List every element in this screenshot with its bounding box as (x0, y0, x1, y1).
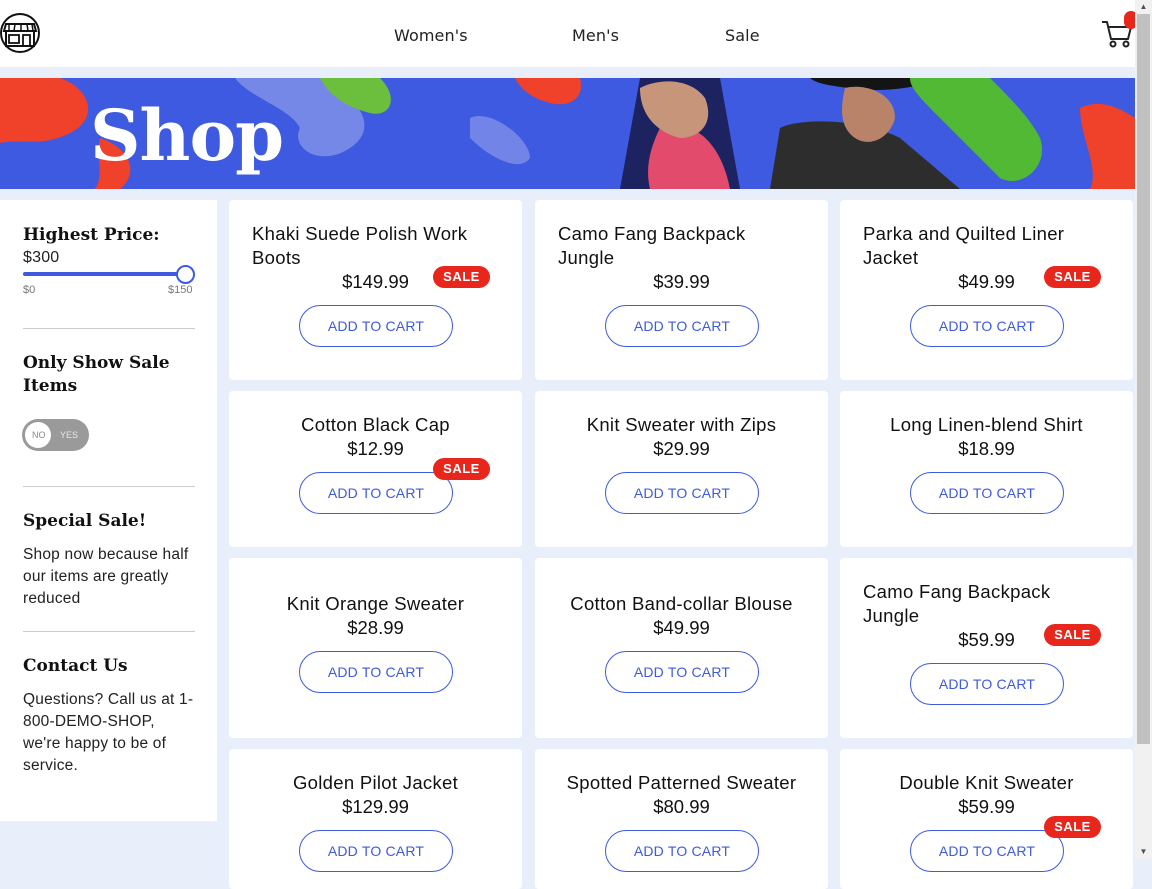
product-name[interactable]: Cotton Band-collar Blouse (535, 592, 828, 616)
product-name[interactable]: Double Knit Sweater (840, 771, 1133, 795)
product-name[interactable]: Cotton Black Cap (229, 413, 522, 437)
product-name[interactable]: Spotted Patterned Sweater (535, 771, 828, 795)
price-filter: Highest Price: $300 (23, 224, 195, 269)
product-name[interactable]: Camo Fang Backpack Jungle (863, 580, 1103, 628)
add-to-cart-button[interactable]: ADD TO CART (910, 663, 1064, 705)
product-name[interactable]: Knit Orange Sweater (229, 592, 522, 616)
top-nav: Women's Men's Sale (0, 0, 1138, 67)
sale-badge: SALE (1044, 266, 1101, 288)
special-sale-heading: Special Sale! (23, 511, 147, 531)
add-to-cart-button[interactable]: ADD TO CART (605, 472, 759, 514)
product-card: Spotted Patterned Sweater $80.99 ADD TO CA… (535, 749, 828, 889)
scrollbar-thumb[interactable] (1137, 14, 1150, 744)
product-card: Cotton Black Cap $12.99 ADD TO CART SALE (229, 391, 522, 547)
sale-only-toggle[interactable]: NO YES (22, 419, 89, 451)
product-price: $29.99 (653, 438, 710, 459)
scroll-up-arrow-icon[interactable]: ▲ (1135, 0, 1152, 14)
add-to-cart-button[interactable]: ADD TO CART (299, 830, 453, 872)
contact-text: Questions? Call us at 1-800-DEMO-SHOP, w… (23, 691, 194, 774)
price-slider-max: $150 (168, 284, 193, 296)
product-price: $129.99 (342, 796, 409, 817)
product-card: Cotton Band-collar Blouse $49.99 ADD TO CA… (535, 558, 828, 738)
add-to-cart-button[interactable]: ADD TO CART (605, 651, 759, 693)
product-card: Knit Orange Sweater $28.99 ADD TO CART (229, 558, 522, 738)
product-name[interactable]: Long Linen-blend Shirt (840, 413, 1133, 437)
product-card: Khaki Suede Polish Work Boots $149.99 ADD … (229, 200, 522, 380)
add-to-cart-button[interactable]: ADD TO CART (299, 305, 453, 347)
add-to-cart-button[interactable]: ADD TO CART (605, 305, 759, 347)
store-icon[interactable] (0, 12, 40, 54)
add-to-cart-button[interactable]: ADD TO CART (910, 472, 1064, 514)
product-card: Golden Pilot Jacket $129.99 ADD TO CART (229, 749, 522, 889)
page-title: Shop (90, 94, 284, 177)
shop-banner: Shop (0, 78, 1135, 189)
product-card: Parka and Quilted Liner Jacket $49.99 ADD … (840, 200, 1133, 380)
scroll-down-arrow-icon[interactable]: ▼ (1135, 845, 1152, 859)
sale-badge: SALE (433, 266, 490, 288)
product-name[interactable]: Khaki Suede Polish Work Boots (252, 222, 492, 270)
nav-link-mens[interactable]: Men's (572, 26, 619, 45)
contact-heading: Contact Us (23, 656, 128, 676)
sidebar-divider (23, 328, 195, 329)
product-price: $80.99 (653, 796, 710, 817)
add-to-cart-button[interactable]: ADD TO CART (299, 651, 453, 693)
add-to-cart-button[interactable]: ADD TO CART (910, 305, 1064, 347)
product-card: Camo Fang Backpack Jungle $39.99 ADD TO CA… (535, 200, 828, 380)
sidebar-divider (23, 631, 195, 632)
product-price: $39.99 (653, 271, 710, 292)
add-to-cart-button[interactable]: ADD TO CART (605, 830, 759, 872)
nav-link-womens[interactable]: Women's (394, 26, 468, 45)
sidebar-divider (23, 486, 195, 487)
price-slider-handle[interactable] (176, 265, 195, 284)
price-slider-min: $0 (23, 284, 36, 296)
product-card: Knit Sweater with Zips $29.99 ADD TO CART (535, 391, 828, 547)
sale-badge: SALE (433, 458, 490, 480)
toggle-yes-label: YES (60, 430, 79, 440)
add-to-cart-button[interactable]: ADD TO CART (299, 472, 453, 514)
toggle-no-label: NO (32, 430, 46, 440)
sale-badge: SALE (1044, 624, 1101, 646)
product-price: $18.99 (958, 438, 1015, 459)
price-filter-value: $300 (23, 249, 60, 266)
product-card: Double Knit Sweater $59.99 ADD TO CART SALE (840, 749, 1133, 889)
product-name[interactable]: Knit Sweater with Zips (535, 413, 828, 437)
product-price: $28.99 (347, 617, 404, 638)
product-name[interactable]: Camo Fang Backpack Jungle (558, 222, 798, 270)
product-price: $49.99 (653, 617, 710, 638)
sale-toggle-heading: Only Show Sale Items (23, 353, 170, 396)
nav-link-sale[interactable]: Sale (725, 26, 760, 45)
price-filter-heading: Highest Price: (23, 225, 160, 245)
sale-badge: SALE (1044, 816, 1101, 838)
page-scrollbar[interactable]: ▲ ▼ (1135, 0, 1152, 859)
add-to-cart-button[interactable]: ADD TO CART (910, 830, 1064, 872)
special-sale-text: Shop now because half our items are grea… (23, 546, 189, 607)
product-card: Long Linen-blend Shirt $18.99 ADD TO CART (840, 391, 1133, 547)
product-name[interactable]: Parka and Quilted Liner Jacket (863, 222, 1103, 270)
product-name[interactable]: Golden Pilot Jacket (229, 771, 522, 795)
product-card: Camo Fang Backpack Jungle $59.99 ADD TO CA… (840, 558, 1133, 738)
price-slider-track[interactable] (23, 272, 185, 276)
